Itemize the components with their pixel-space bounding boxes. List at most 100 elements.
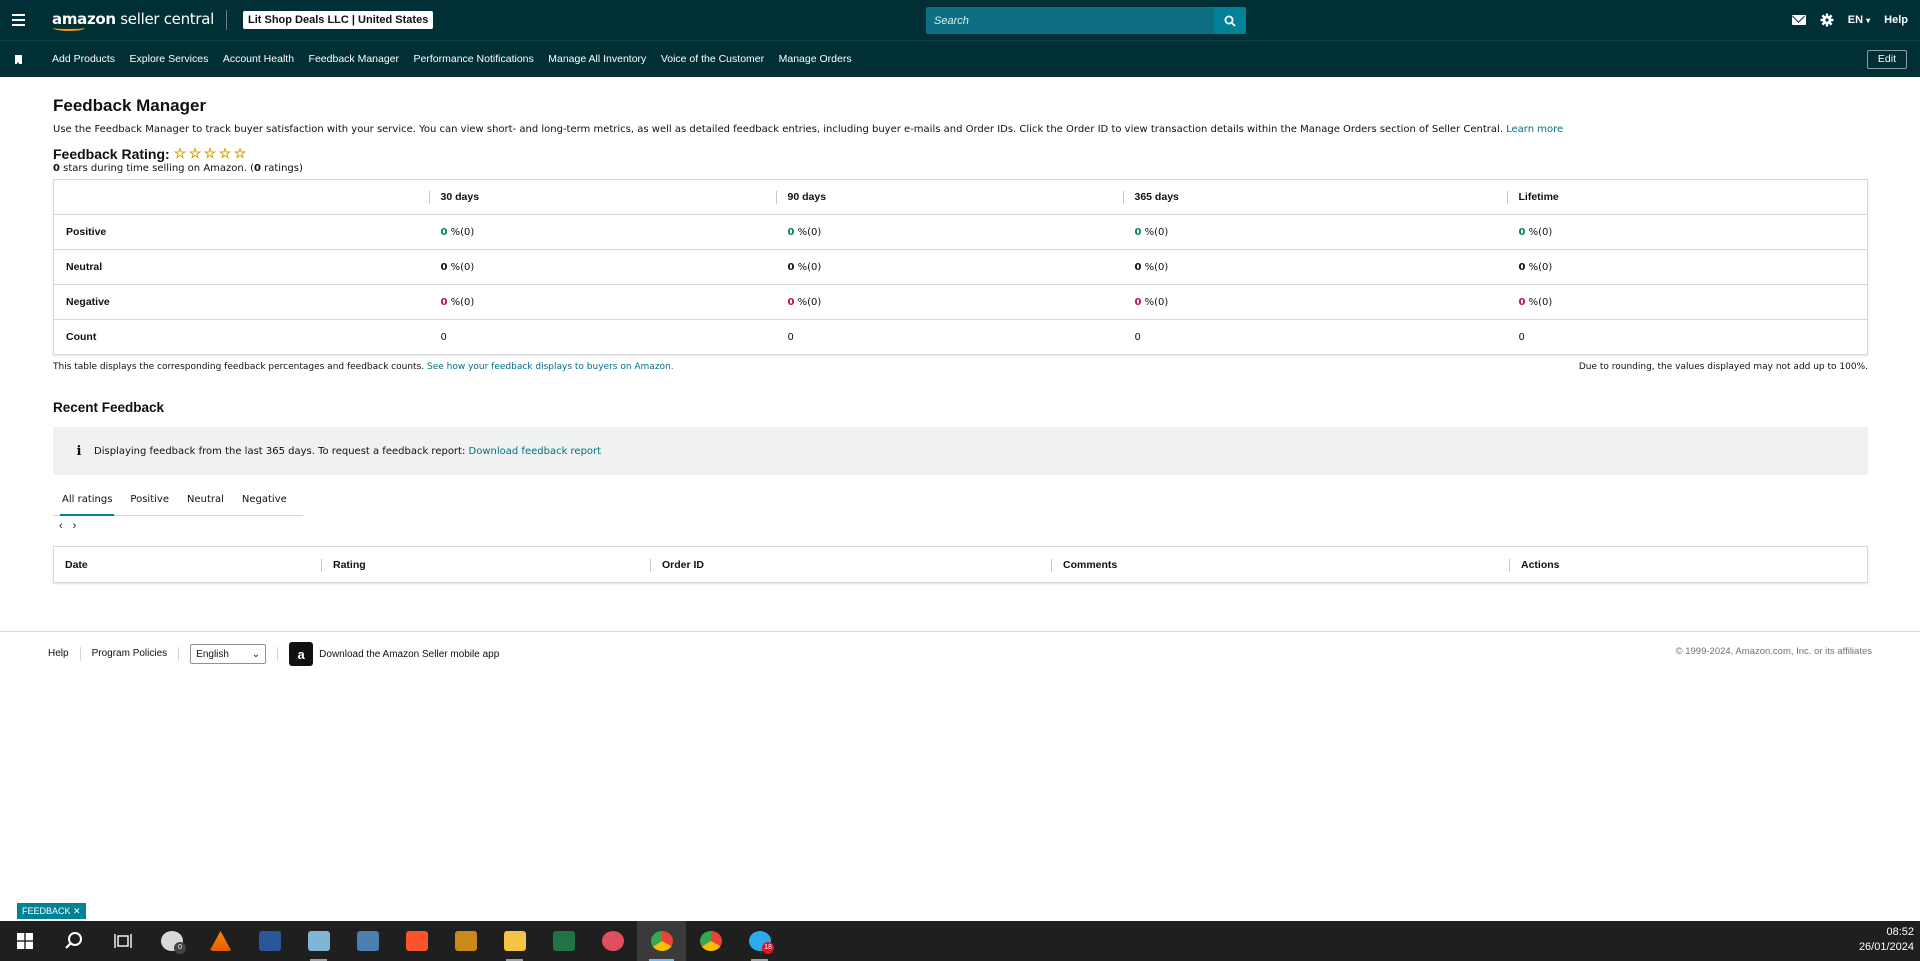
tab-positive[interactable]: Positive [121, 485, 178, 515]
search-input[interactable] [926, 7, 1214, 34]
rounding-note: Due to rounding, the values displayed ma… [1578, 362, 1868, 372]
star-icon: ☆ [203, 145, 217, 161]
table-cell: 0 %(0) [775, 249, 1123, 285]
page-description: Use the Feedback Manager to track buyer … [53, 124, 1564, 135]
col-30-days: 30 days [428, 179, 776, 215]
mail-icon[interactable] [1791, 15, 1806, 25]
pagination: ‹ › [59, 520, 1868, 532]
table-cell: 0 %(0) [775, 284, 1123, 320]
table-cell: 0 %(0) [1122, 249, 1507, 285]
chrome-profile-icon[interactable] [686, 921, 735, 961]
table-cell: 0 %(0) [428, 284, 776, 320]
copyright: © 1999-2024, Amazon.com, Inc. or its aff… [1675, 646, 1872, 657]
notepad-app-icon[interactable] [294, 921, 343, 961]
menu-icon[interactable] [0, 0, 36, 40]
col-order-id: Order ID [649, 559, 705, 572]
table-notes: This table displays the corresponding fe… [53, 362, 1868, 372]
file-explorer-icon[interactable] [490, 921, 539, 961]
nav-feedback-manager[interactable]: Feedback Manager [309, 53, 399, 65]
col-90-days: 90 days [775, 179, 1123, 215]
nav-manage-all-inventory[interactable]: Manage All Inventory [548, 53, 646, 65]
bookmark-icon[interactable] [0, 54, 36, 65]
info-icon: i [76, 443, 82, 459]
main-content: Feedback Manager Use the Feedback Manage… [53, 77, 1868, 583]
table-cell: 0 [775, 319, 1123, 355]
gear-icon[interactable] [1820, 13, 1834, 27]
tab-neutral[interactable]: Neutral [178, 485, 233, 515]
mobile-app-link[interactable]: Download the Amazon Seller mobile app [319, 649, 499, 660]
telegram-icon[interactable]: 18 [735, 921, 784, 961]
excel-icon[interactable] [539, 921, 588, 961]
search-bar [926, 7, 1246, 34]
nav-manage-orders[interactable]: Manage Orders [779, 53, 852, 65]
task-view-icon[interactable] [98, 921, 147, 961]
table-row: Positive 0 %(0) 0 %(0) 0 %(0) 0 %(0) [53, 214, 1868, 250]
feedback-rating: Feedback Rating: ☆ ☆ ☆ ☆ ☆ [53, 145, 1868, 162]
close-icon[interactable]: ✕ [73, 906, 81, 916]
amazon-app-icon[interactable]: a [289, 642, 314, 666]
nav-account-health[interactable]: Account Health [223, 53, 294, 65]
taskbar-search-icon[interactable] [49, 921, 98, 961]
download-report-link[interactable]: Download feedback report [469, 446, 602, 457]
feedback-display-link[interactable]: See how your feedback displays to buyers… [427, 362, 674, 372]
table-row: Neutral 0 %(0) 0 %(0) 0 %(0) 0 %(0) [53, 249, 1868, 285]
nav-add-products[interactable]: Add Products [52, 53, 115, 65]
stars-summary: 0 stars during time selling on Amazon. (… [53, 163, 303, 174]
col-date: Date [65, 559, 88, 571]
footer-help-link[interactable]: Help [48, 647, 81, 661]
footer: Help Program Policies English ⌄ a Downloa… [0, 631, 1920, 681]
seller-central-logo[interactable]: amazon seller central [52, 10, 227, 31]
calculator-icon[interactable] [343, 921, 392, 961]
chevron-right-icon[interactable]: › [73, 520, 77, 532]
recent-feedback-table: Date Rating Order ID Comments Actions [53, 546, 1868, 583]
edit-nav-button[interactable]: Edit [1866, 50, 1907, 69]
tab-all-ratings[interactable]: All ratings [53, 485, 121, 516]
recent-feedback-title: Recent Feedback [53, 400, 165, 415]
nav-explore-services[interactable]: Explore Services [130, 53, 209, 65]
table-row: Negative 0 %(0) 0 %(0) 0 %(0) 0 %(0) [53, 284, 1868, 320]
star-icon: ☆ [188, 145, 202, 161]
table-cell: 0 %(0) [1122, 214, 1507, 250]
col-365-days: 365 days [1122, 179, 1507, 215]
table-cell: 0 [1506, 319, 1868, 355]
nav-voice-of-customer[interactable]: Voice of the Customer [661, 53, 764, 65]
search-button[interactable] [1214, 7, 1246, 34]
language-dropdown[interactable]: English ⌄ [190, 644, 267, 664]
language-selector[interactable]: EN ▾ [1848, 14, 1870, 26]
star-icon: ☆ [233, 145, 247, 161]
windows-taskbar: 0 18 08:52 26/01/2024 [0, 921, 1920, 961]
tab-negative[interactable]: Negative [233, 485, 296, 515]
help-link[interactable]: Help [1884, 14, 1908, 26]
col-lifetime: Lifetime [1506, 179, 1868, 215]
windows-start-icon[interactable] [0, 921, 49, 961]
row-label: Negative [53, 284, 429, 320]
table-header-row: 30 days 90 days 365 days Lifetime [53, 179, 1868, 215]
account-switcher[interactable]: Lit Shop Deals LLC | United States [243, 11, 434, 29]
vlc-icon[interactable] [196, 921, 245, 961]
feedback-widget-tab[interactable]: FEEDBACK ✕ [17, 903, 86, 919]
row-label: Neutral [53, 249, 429, 285]
nav-performance-notifications[interactable]: Performance Notifications [414, 53, 534, 65]
col-comments: Comments [1050, 559, 1118, 572]
table-cell: 0 %(0) [1506, 249, 1868, 285]
system-clock[interactable]: 08:52 26/01/2024 [1859, 925, 1914, 955]
page-title: Feedback Manager [53, 96, 207, 115]
bookmark-nav: Add Products Explore Services Account He… [0, 40, 1920, 77]
app-icon[interactable] [441, 921, 490, 961]
word-icon[interactable] [245, 921, 294, 961]
clock-app-icon[interactable]: 0 [147, 921, 196, 961]
col-actions: Actions [1509, 559, 1560, 572]
brave-browser-icon[interactable] [392, 921, 441, 961]
row-label: Positive [53, 214, 429, 250]
col-rating: Rating [321, 559, 366, 572]
chrome-icon[interactable] [637, 921, 686, 961]
table-row: Count 0 0 0 0 [53, 319, 1868, 355]
footer-policies-link[interactable]: Program Policies [81, 647, 180, 661]
feedback-metrics-table: 30 days 90 days 365 days Lifetime Positi… [53, 179, 1868, 355]
chevron-left-icon[interactable]: ‹ [59, 520, 63, 532]
table-cell: 0 %(0) [1506, 214, 1868, 250]
app-icon[interactable] [588, 921, 637, 961]
info-alert: i Displaying feedback from the last 365 … [53, 427, 1868, 475]
learn-more-link[interactable]: Learn more [1506, 124, 1563, 135]
table-cell: 0 %(0) [1506, 284, 1868, 320]
